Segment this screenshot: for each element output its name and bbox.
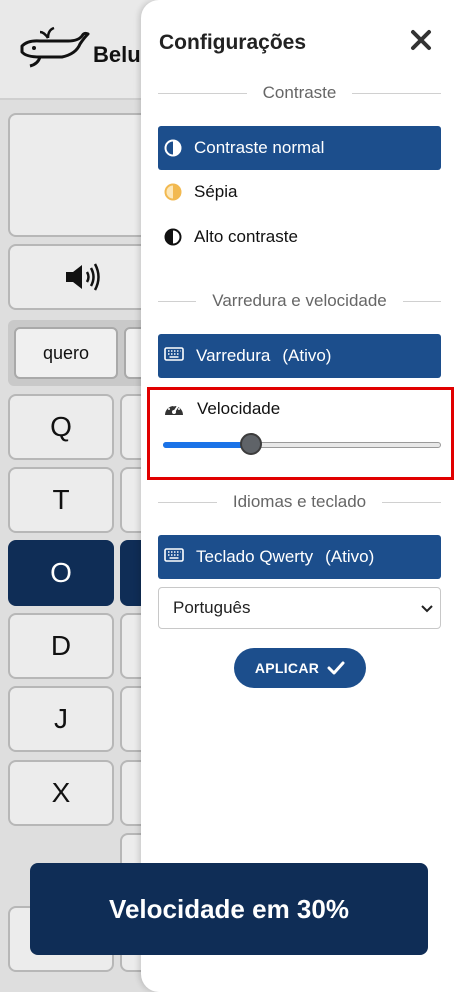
key-q[interactable]: Q: [8, 394, 114, 460]
contrast-high-option[interactable]: Alto contraste: [158, 215, 441, 259]
section-contrast: Contraste: [158, 82, 442, 104]
brand-name: Belu: [93, 42, 141, 67]
key-t[interactable]: T: [8, 467, 114, 533]
slider-fill: [163, 442, 251, 448]
key-o[interactable]: O: [8, 540, 114, 606]
sepia-contrast-icon: [164, 183, 182, 201]
text-display[interactable]: [8, 113, 158, 237]
contrast-normal-option[interactable]: Contraste normal: [158, 126, 441, 170]
keyboard-icon: [164, 347, 184, 365]
panel-title: Configurações: [159, 31, 307, 54]
chevron-down-icon: [421, 605, 433, 613]
contrast-icon: [164, 139, 182, 157]
speed-slider[interactable]: [163, 432, 441, 460]
suggestion-item[interactable]: quero: [14, 327, 118, 379]
scan-button[interactable]: Varredura (Ativo): [158, 334, 441, 378]
key-d[interactable]: D: [8, 613, 114, 679]
language-select[interactable]: Português: [158, 587, 441, 629]
keyboard-layout-button[interactable]: Teclado Qwerty (Ativo): [158, 535, 441, 579]
keyboard-icon: [164, 548, 184, 566]
speaker-icon: [66, 263, 100, 291]
key-j[interactable]: J: [8, 686, 114, 752]
apply-button[interactable]: APLICAR: [234, 648, 366, 688]
section-scan-speed: Varredura e velocidade: [158, 290, 442, 312]
speedometer-icon: [163, 400, 185, 418]
whale-logo-icon: [20, 26, 90, 68]
section-language-keyboard: Idiomas e teclado: [158, 491, 441, 513]
settings-panel: Configurações Contraste Contraste normal…: [141, 0, 459, 992]
contrast-sepia-option[interactable]: Sépia: [158, 170, 441, 214]
speed-toast: Velocidade em 30%: [30, 863, 428, 955]
slider-thumb[interactable]: [240, 433, 262, 455]
speak-button[interactable]: [8, 244, 158, 310]
contrast-icon: [164, 228, 182, 246]
close-icon[interactable]: [409, 28, 433, 52]
speed-label: Velocidade: [163, 399, 280, 419]
check-icon: [327, 661, 345, 675]
key-x[interactable]: X: [8, 760, 114, 826]
